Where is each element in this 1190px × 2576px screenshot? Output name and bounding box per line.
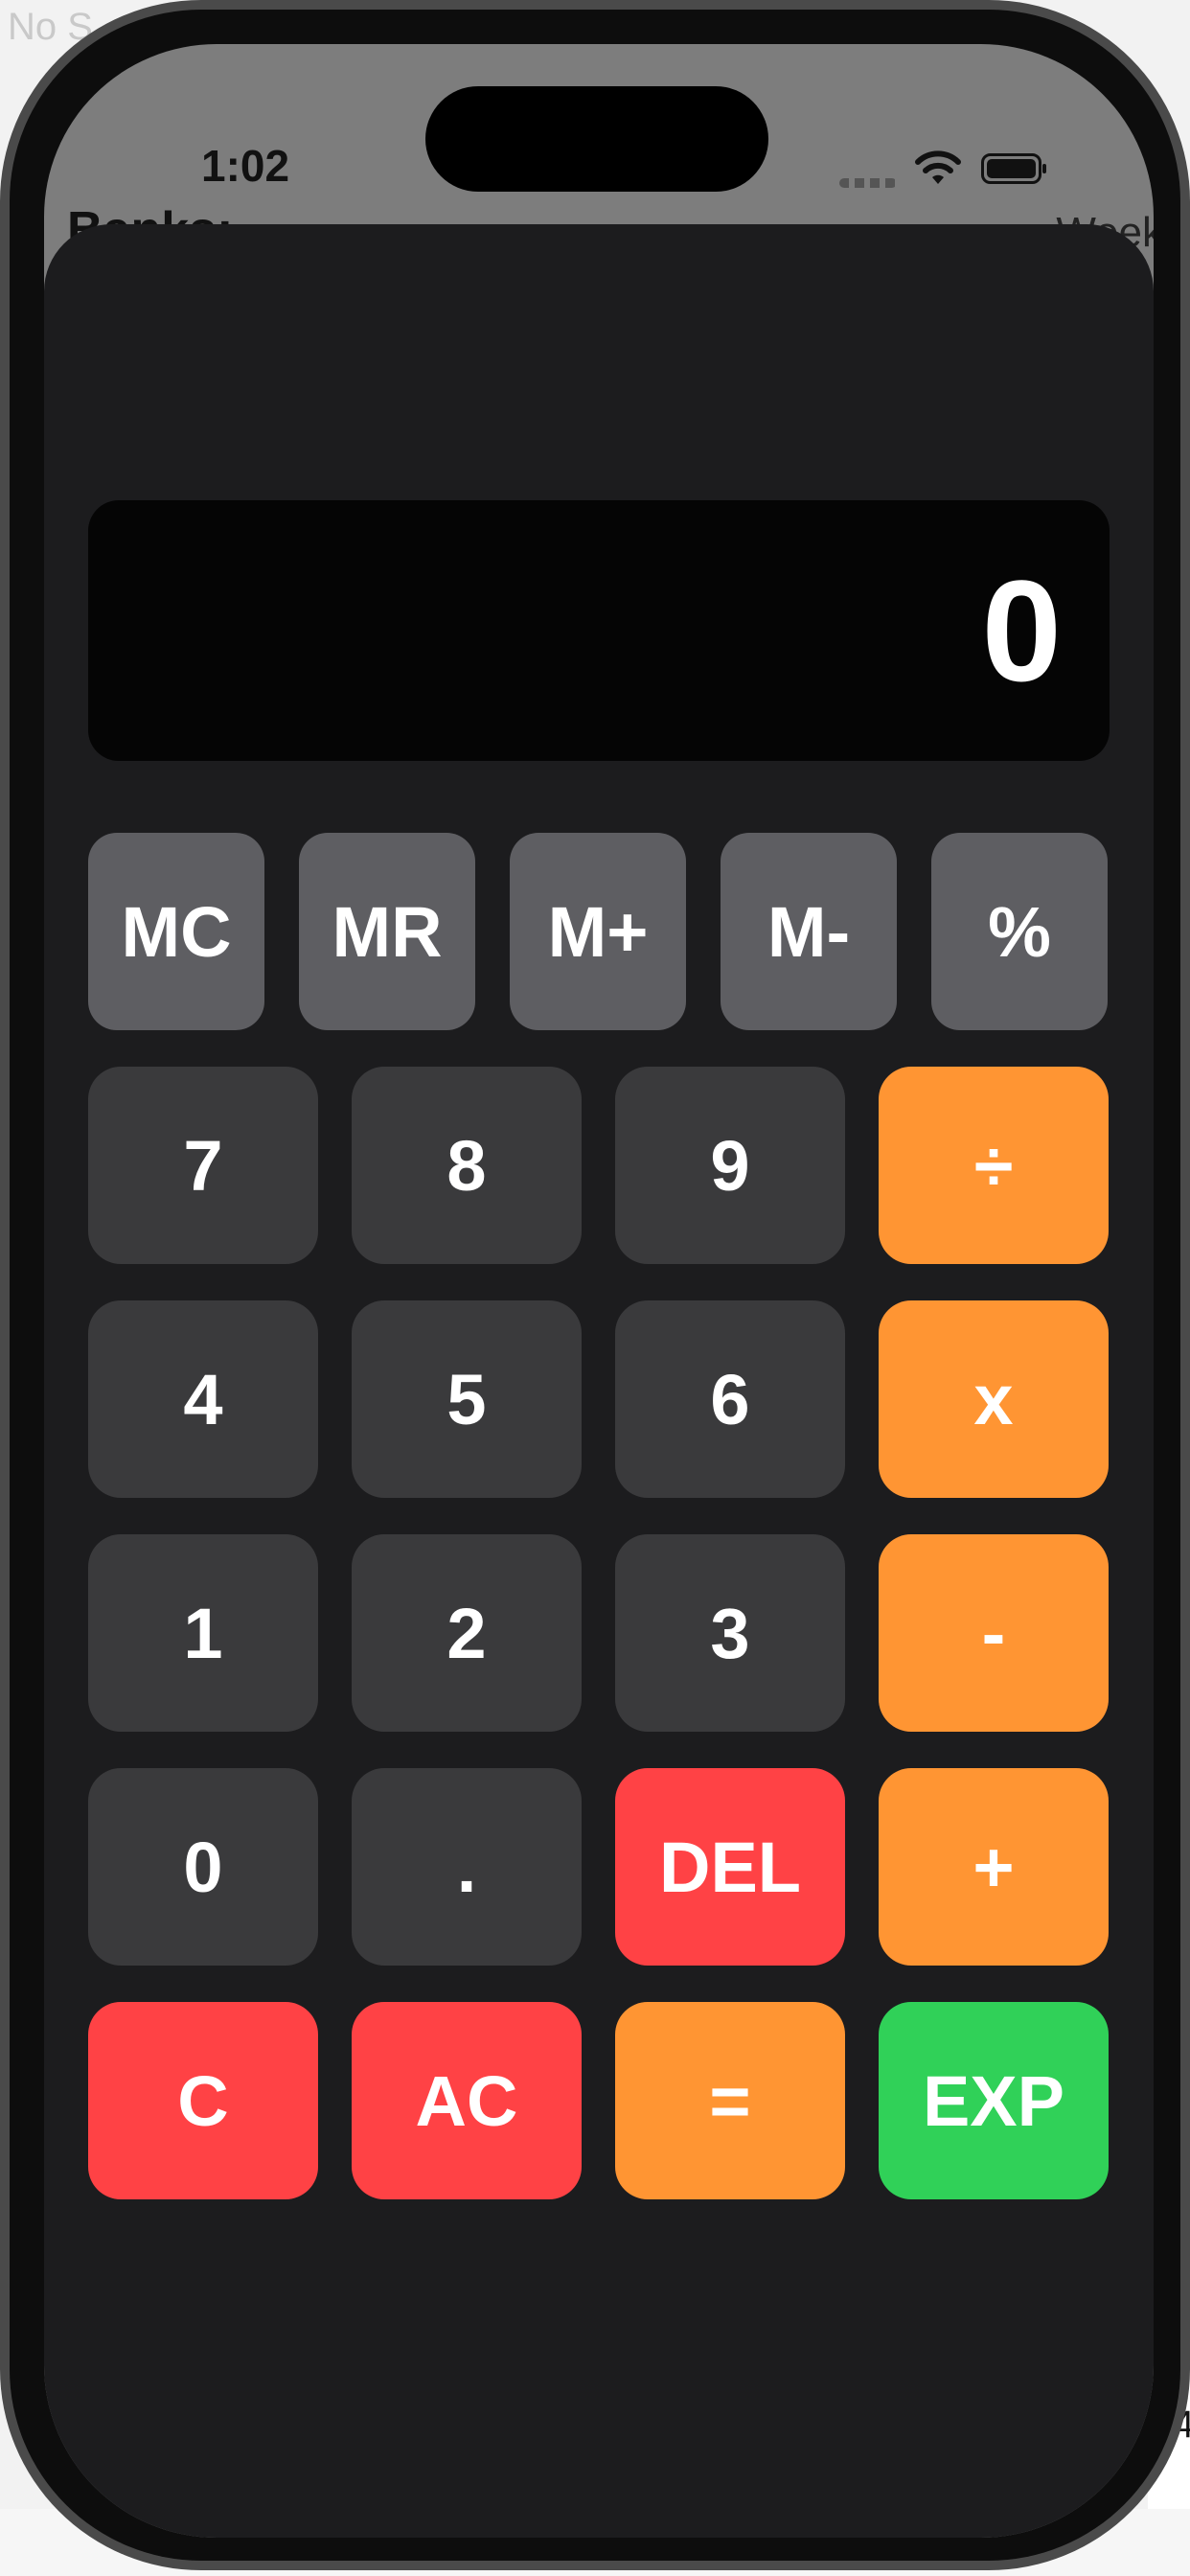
phone-bezel: 1:02 Banks: Week 0 MC MR	[10, 10, 1180, 2561]
status-time: 1:02	[201, 141, 290, 191]
calculator-display: 0	[88, 500, 1110, 761]
add-button[interactable]: +	[879, 1768, 1109, 1966]
phone-frame: 1:02 Banks: Week 0 MC MR	[0, 0, 1190, 2570]
digit-0-button[interactable]: 0	[88, 1768, 318, 1966]
digit-6-button[interactable]: 6	[615, 1300, 845, 1498]
decimal-button[interactable]: .	[352, 1768, 582, 1966]
equals-button[interactable]: =	[615, 2002, 845, 2199]
subtract-button[interactable]: -	[879, 1534, 1109, 1732]
battery-icon	[981, 153, 1046, 184]
exponent-button[interactable]: EXP	[879, 2002, 1109, 2199]
dynamic-island	[425, 86, 768, 192]
memory-subtract-button[interactable]: M-	[721, 833, 897, 1030]
divide-button[interactable]: ÷	[879, 1067, 1109, 1264]
percent-button[interactable]: %	[931, 833, 1108, 1030]
delete-button[interactable]: DEL	[615, 1768, 845, 1966]
digit-3-button[interactable]: 3	[615, 1534, 845, 1732]
memory-recall-button[interactable]: MR	[299, 833, 475, 1030]
memory-add-button[interactable]: M+	[510, 833, 686, 1030]
calculator-sheet: 0 MC MR M+ M- % 7 8 9 ÷ 4 5 6 x 1 2 3 - …	[44, 224, 1154, 2538]
digit-8-button[interactable]: 8	[352, 1067, 582, 1264]
multiply-button[interactable]: x	[879, 1300, 1109, 1498]
digit-5-button[interactable]: 5	[352, 1300, 582, 1498]
digit-1-button[interactable]: 1	[88, 1534, 318, 1732]
all-clear-button[interactable]: AC	[352, 2002, 582, 2199]
phone-screen: 1:02 Banks: Week 0 MC MR	[44, 44, 1154, 2538]
display-value: 0	[981, 550, 1062, 711]
wifi-icon	[915, 150, 961, 184]
cellular-signal-icon	[839, 178, 897, 188]
memory-clear-button[interactable]: MC	[88, 833, 264, 1030]
digit-7-button[interactable]: 7	[88, 1067, 318, 1264]
clear-button[interactable]: C	[88, 2002, 318, 2199]
digit-4-button[interactable]: 4	[88, 1300, 318, 1498]
digit-9-button[interactable]: 9	[615, 1067, 845, 1264]
digit-2-button[interactable]: 2	[352, 1534, 582, 1732]
